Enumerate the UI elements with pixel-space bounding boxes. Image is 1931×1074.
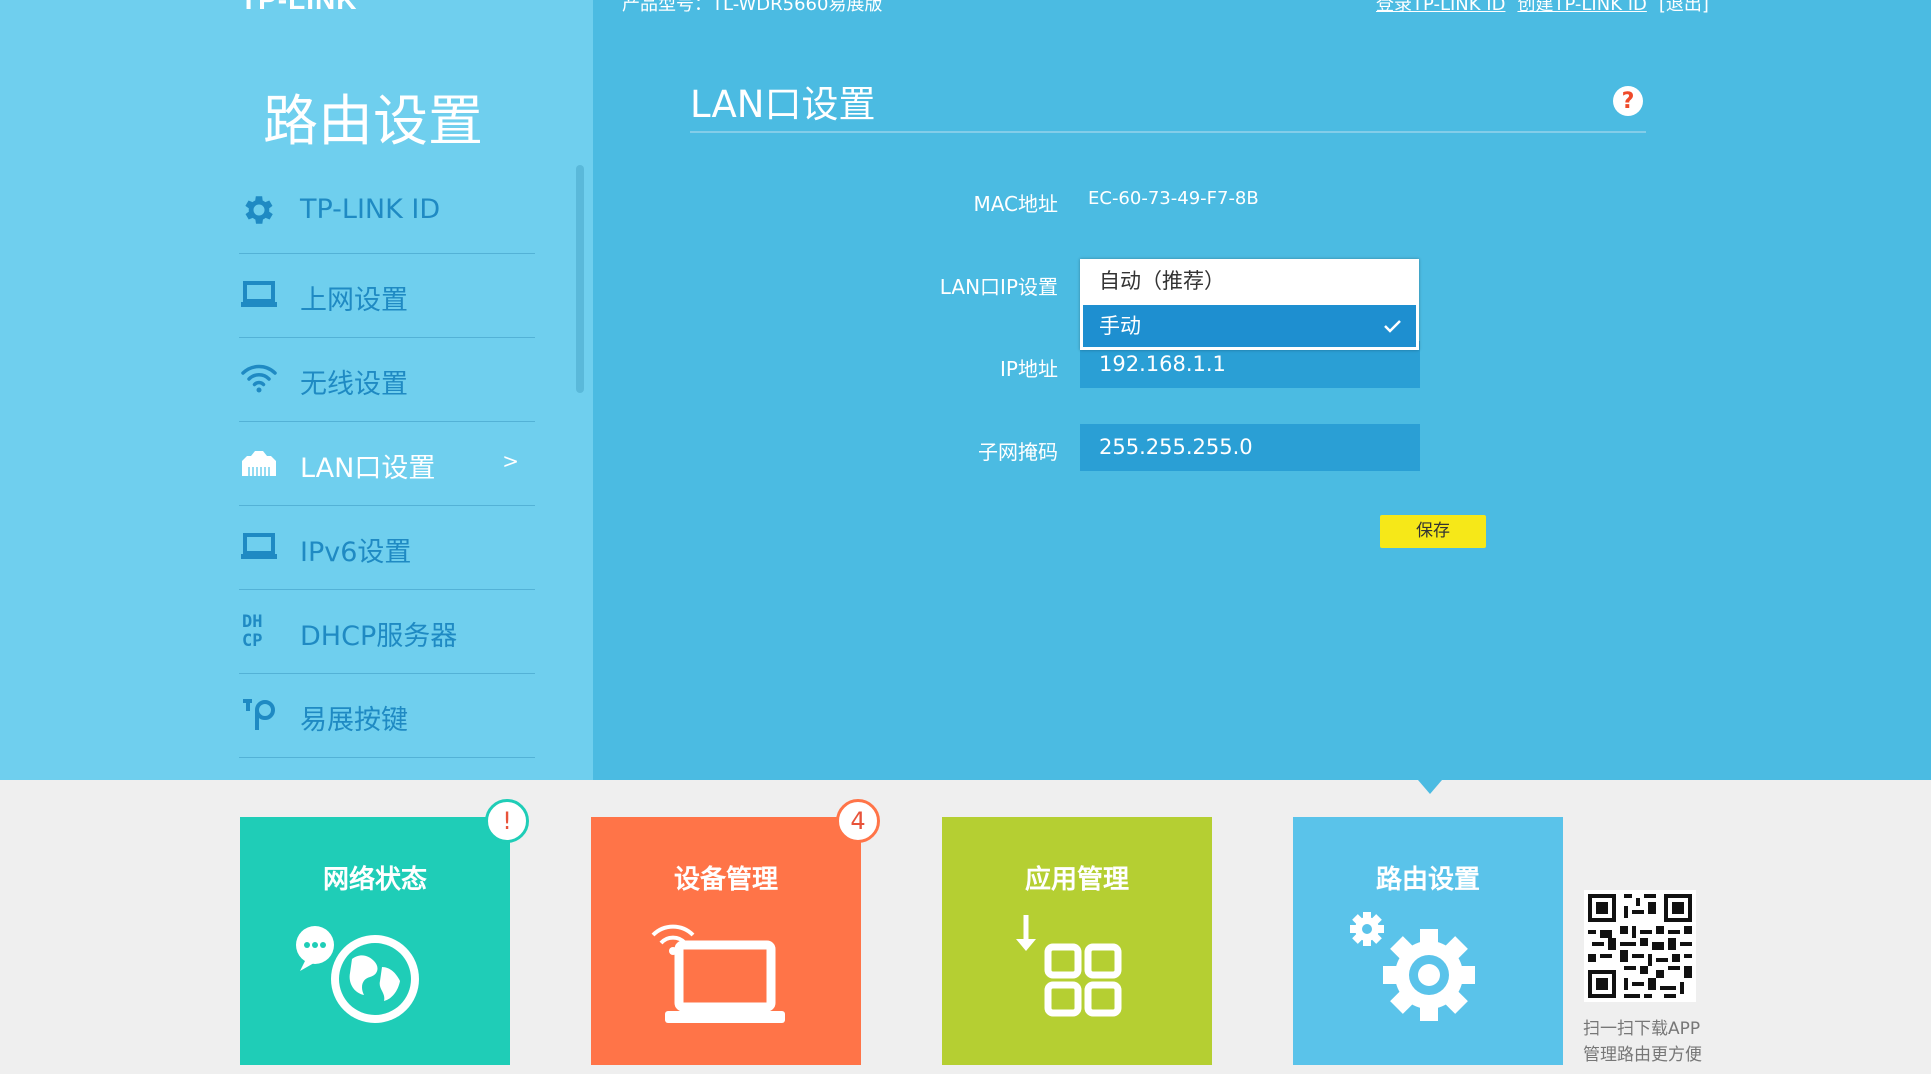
sidebar-menu: TP-LINK ID 上网设置 无线设置 LAN口设置 > IPv6设置 DH … xyxy=(239,170,535,758)
tile-label: 设备管理 xyxy=(673,865,778,895)
sidebar-item-label: 无线设置 xyxy=(300,369,408,400)
dropdown-option-label: 手动 xyxy=(1099,314,1141,338)
ip-address-label: IP地址 xyxy=(1000,357,1058,381)
sidebar-item-label: 易展按键 xyxy=(300,705,408,736)
logout-link[interactable]: [退出] xyxy=(1659,0,1709,16)
lan-ip-setting-dropdown[interactable]: 自动（推荐） 手动 xyxy=(1080,259,1419,350)
laptop-icon xyxy=(239,526,279,566)
qr-caption-line2: 管理路由更方便 xyxy=(1583,1045,1702,1065)
sidebar-item-label: 上网设置 xyxy=(300,285,408,316)
tile-label: 路由设置 xyxy=(1375,865,1480,895)
sidebar-item-ipv6[interactable]: IPv6设置 xyxy=(239,506,535,590)
check-icon xyxy=(1382,305,1402,361)
title-divider xyxy=(690,131,1646,133)
sidebar-title: 路由设置 xyxy=(263,89,484,153)
lan-ip-setting-label: LAN口IP设置 xyxy=(939,275,1058,299)
dropdown-option-auto[interactable]: 自动（推荐） xyxy=(1080,259,1419,303)
tile-label: 应用管理 xyxy=(1024,865,1129,895)
chevron-right-icon: > xyxy=(502,449,519,473)
globe-chat-icon xyxy=(240,907,510,1057)
subnet-mask-input[interactable]: 255.255.255.0 xyxy=(1080,424,1420,471)
svg-text:DH: DH xyxy=(242,612,262,632)
lan-port-icon xyxy=(239,442,279,482)
dhcp-icon: DH CP xyxy=(239,610,279,650)
sidebar-item-tp-link-id[interactable]: TP-LINK ID xyxy=(239,170,535,254)
tile-network-status[interactable]: 网络状态 xyxy=(240,817,510,1065)
sidebar-item-label: IPv6设置 xyxy=(300,537,412,568)
mac-label: MAC地址 xyxy=(973,192,1058,216)
gears-icon xyxy=(1293,907,1563,1057)
save-button[interactable]: 保存 xyxy=(1380,515,1486,548)
wifi-icon xyxy=(239,358,279,398)
easy-mesh-icon xyxy=(239,694,279,734)
svg-text:CP: CP xyxy=(242,631,262,650)
active-tile-pointer xyxy=(1418,780,1442,794)
gear-icon xyxy=(239,190,279,230)
tp-link-logo: TP-LINK xyxy=(240,0,357,16)
tile-app-management[interactable]: 应用管理 xyxy=(942,817,1212,1065)
sidebar-item-internet[interactable]: 上网设置 xyxy=(239,254,535,338)
apps-grid-icon xyxy=(942,907,1212,1057)
tile-label: 网络状态 xyxy=(322,865,427,895)
qr-caption: 扫一扫下载APP 管理路由更方便 xyxy=(1583,1016,1702,1068)
create-tp-link-id-link[interactable]: 创建TP-LINK ID xyxy=(1517,0,1646,16)
tile-device-management[interactable]: 设备管理 xyxy=(591,817,861,1065)
dropdown-option-manual[interactable]: 手动 xyxy=(1081,303,1418,349)
help-icon[interactable]: ? xyxy=(1613,86,1643,116)
sidebar-item-label: DHCP服务器 xyxy=(300,621,458,652)
app-download-qr-code xyxy=(1584,890,1696,1002)
device-count-badge: 4 xyxy=(836,799,880,843)
login-tp-link-id-link[interactable]: 登录TP-LINK ID xyxy=(1376,0,1505,16)
top-links: 登录TP-LINK ID 创建TP-LINK ID [退出] xyxy=(1376,0,1709,16)
sidebar: TP-LINK 路由设置 TP-LINK ID 上网设置 无线设置 LAN口设置 xyxy=(0,0,593,780)
laptop-wifi-icon xyxy=(591,907,861,1057)
laptop-icon xyxy=(239,274,279,314)
sidebar-item-wireless[interactable]: 无线设置 xyxy=(239,338,535,422)
page-title: LAN口设置 xyxy=(690,83,876,126)
network-alert-badge: ! xyxy=(485,799,529,843)
qr-caption-line1: 扫一扫下载APP xyxy=(1583,1019,1701,1039)
sidebar-scrollbar[interactable] xyxy=(576,165,584,393)
subnet-mask-label: 子网掩码 xyxy=(978,440,1058,464)
sidebar-item-easy-mesh[interactable]: 易展按键 xyxy=(239,674,535,758)
sidebar-item-label: TP-LINK ID xyxy=(300,194,441,225)
sidebar-item-lan[interactable]: LAN口设置 > xyxy=(239,422,535,506)
sidebar-item-label: LAN口设置 xyxy=(300,453,436,484)
tile-router-settings[interactable]: 路由设置 xyxy=(1293,817,1563,1065)
product-model: 产品型号：TL-WDR5660易展版 xyxy=(622,0,883,15)
mac-value: EC-60-73-49-F7-8B xyxy=(1088,188,1259,209)
sidebar-item-dhcp[interactable]: DH CP DHCP服务器 xyxy=(239,590,535,674)
